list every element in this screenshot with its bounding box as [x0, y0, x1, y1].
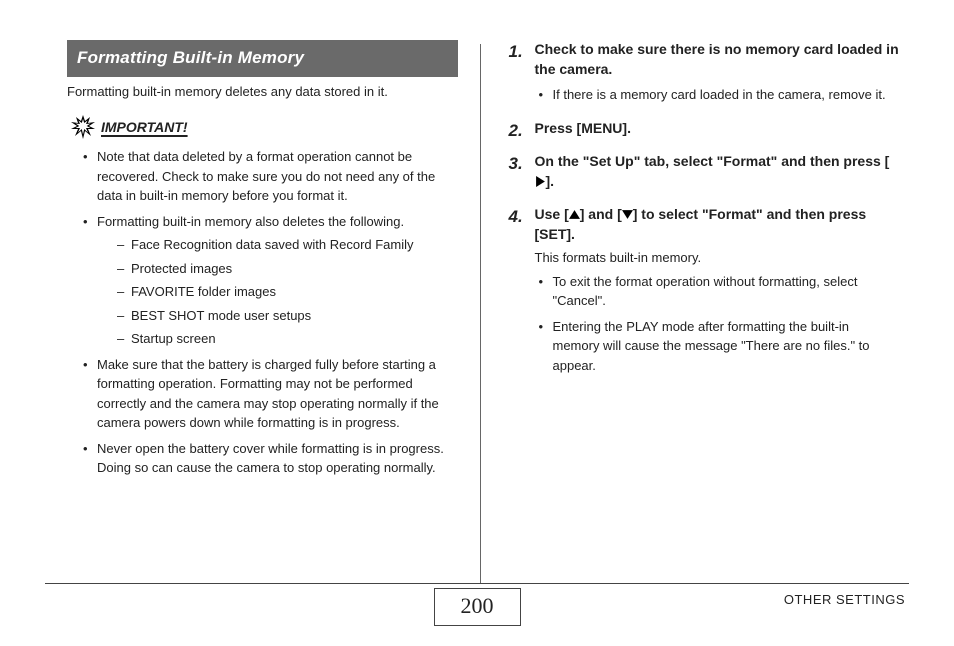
delete-sublist: Face Recognition data saved with Record … [97, 235, 458, 349]
step-number: 2. [509, 119, 523, 144]
step-text-pre: On the "Set Up" tab, select "Format" and… [535, 153, 890, 169]
important-bullet: Formatting built-in memory also deletes … [85, 212, 458, 349]
step-text-mid: ] and [ [580, 206, 622, 222]
step-heading: Check to make sure there is no memory ca… [535, 40, 900, 79]
content-columns: Formatting Built-in Memory Formatting bu… [45, 40, 909, 585]
procedure-steps: 1. Check to make sure there is no memory… [509, 40, 900, 375]
important-bullet: Make sure that the battery is charged fu… [85, 355, 458, 433]
manual-page: Formatting Built-in Memory Formatting bu… [0, 0, 954, 646]
step-text-pre: Use [ [535, 206, 569, 222]
sublist-item: Protected images [117, 259, 458, 279]
step-bullets: If there is a memory card loaded in the … [535, 85, 900, 105]
sublist-item: FAVORITE folder images [117, 282, 458, 302]
step-heading: Use [] and [] to select "Format" and the… [535, 205, 900, 244]
footer-rule [45, 583, 909, 584]
footer-row: 200 OTHER SETTINGS [45, 586, 909, 628]
bullet-text: Formatting built-in memory also deletes … [97, 214, 404, 229]
step-body: This formats built-in memory. [535, 249, 900, 268]
sublist-item: Startup screen [117, 329, 458, 349]
page-footer: 200 OTHER SETTINGS [45, 583, 909, 628]
important-header: IMPORTANT! [71, 115, 458, 139]
step-heading: On the "Set Up" tab, select "Format" and… [535, 152, 900, 191]
important-bullet: Never open the battery cover while forma… [85, 439, 458, 478]
step-heading: Press [MENU]. [535, 119, 900, 139]
step-2: 2. Press [MENU]. [509, 119, 900, 139]
step-bullets: To exit the format operation without for… [535, 272, 900, 376]
left-column: Formatting Built-in Memory Formatting bu… [45, 40, 480, 585]
step-number: 1. [509, 40, 523, 65]
sublist-item: Face Recognition data saved with Record … [117, 235, 458, 255]
step-bullet: If there is a memory card loaded in the … [541, 85, 900, 105]
right-arrow-icon [535, 176, 546, 187]
section-heading: Formatting Built-in Memory [67, 40, 458, 77]
footer-section-label: OTHER SETTINGS [784, 592, 905, 607]
up-arrow-icon [569, 209, 580, 220]
page-number: 200 [434, 588, 521, 626]
important-bullets: Note that data deleted by a format opera… [67, 147, 458, 478]
step-3: 3. On the "Set Up" tab, select "Format" … [509, 152, 900, 191]
step-1: 1. Check to make sure there is no memory… [509, 40, 900, 105]
intro-text: Formatting built-in memory deletes any d… [67, 83, 458, 102]
step-number: 3. [509, 152, 523, 177]
step-number: 4. [509, 205, 523, 230]
important-label: IMPORTANT! [101, 117, 188, 137]
step-bullet: To exit the format operation without for… [541, 272, 900, 311]
sublist-item: BEST SHOT mode user setups [117, 306, 458, 326]
down-arrow-icon [622, 209, 633, 220]
important-bullet: Note that data deleted by a format opera… [85, 147, 458, 206]
step-text-post: ]. [546, 173, 555, 189]
starburst-icon [71, 115, 95, 139]
step-bullet: Entering the PLAY mode after formatting … [541, 317, 900, 376]
right-column: 1. Check to make sure there is no memory… [481, 40, 910, 585]
step-4: 4. Use [] and [] to select "Format" and … [509, 205, 900, 375]
